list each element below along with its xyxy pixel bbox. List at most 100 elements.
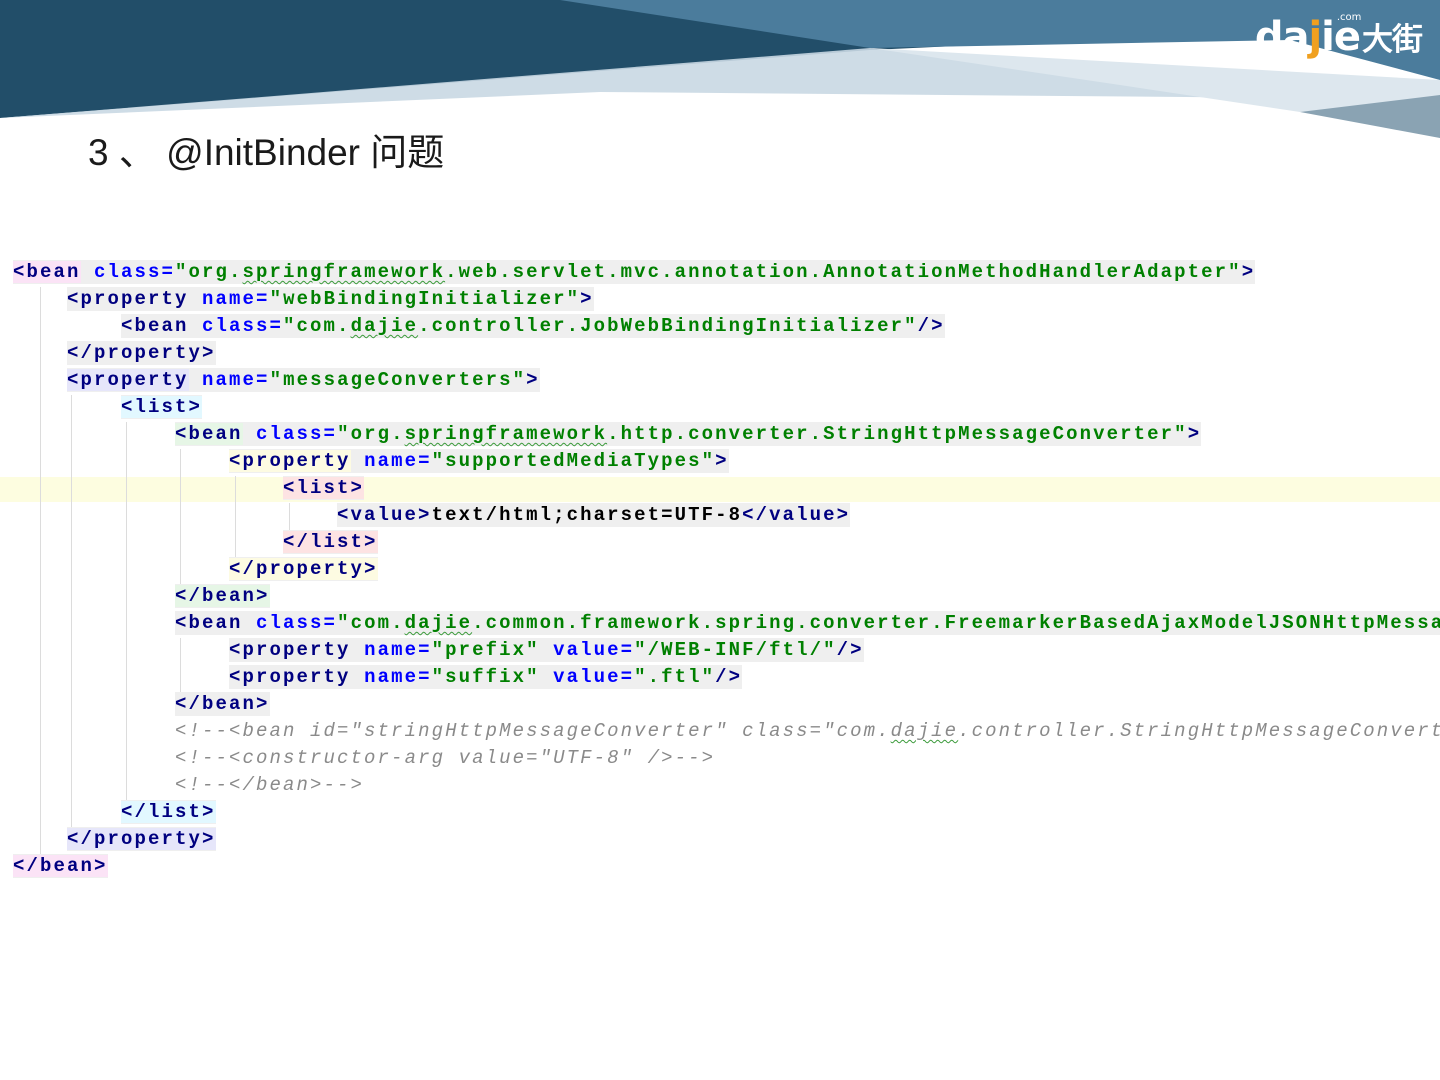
- xml-comment: <!--</bean>-->: [175, 774, 365, 796]
- code-line: <property name="messageConverters">: [13, 367, 1440, 394]
- xml-tag: <bean: [175, 423, 243, 445]
- code-line: </property>: [13, 556, 1440, 583]
- code-line: <list>: [13, 394, 1440, 421]
- xml-value: "com.: [283, 315, 351, 337]
- xml-value: "messageConverters": [269, 369, 527, 391]
- code-line-content: <bean class="com.dajie.controller.JobWeb…: [121, 314, 945, 338]
- xml-tag: </list>: [121, 801, 216, 823]
- xml-value: "supportedMediaTypes": [431, 450, 716, 472]
- xml-value: .controller.JobWebBindingInitializer": [418, 315, 918, 337]
- xml-text: text/html;charset=UTF-8: [431, 504, 743, 526]
- code-line: <property name="suffix" value=".ftl"/>: [13, 664, 1440, 691]
- xml-attribute: name=: [350, 666, 432, 688]
- code-line-content: </list>: [283, 530, 378, 554]
- code-line: <property name="webBindingInitializer">: [13, 286, 1440, 313]
- code-line-content: <property name="messageConverters">: [67, 368, 540, 392]
- code-line-content: <bean class="com.dajie.common.framework.…: [175, 611, 1440, 635]
- xml-attribute: value=: [539, 639, 635, 661]
- xml-tag: <value>: [337, 504, 432, 526]
- xml-tag: <bean: [121, 315, 189, 337]
- code-line-content: </property>: [67, 827, 216, 851]
- xml-tag: <property: [67, 288, 189, 310]
- xml-tag: <bean: [175, 612, 243, 634]
- xml-value-spellcheck: springframework: [242, 261, 446, 283]
- code-line: </bean>: [13, 691, 1440, 718]
- code-line-content: <!--<constructor-arg value="UTF-8" />-->: [175, 747, 715, 769]
- code-line: </bean>: [13, 583, 1440, 610]
- code-line-content: <list>: [283, 476, 365, 500]
- xml-value-spellcheck: springframework: [404, 423, 608, 445]
- xml-value: .http.converter.StringHttpMessageConvert…: [607, 423, 1188, 445]
- code-line: <bean class="org.springframework.http.co…: [13, 421, 1440, 448]
- code-line-content: <property name="suffix" value=".ftl"/>: [229, 665, 743, 689]
- xml-tag: </bean>: [175, 585, 270, 607]
- code-line: <bean class="org.springframework.web.ser…: [13, 259, 1440, 286]
- slide-title: 3 、 @InitBinder 问题: [88, 132, 445, 173]
- xml-tag: </property>: [67, 342, 216, 364]
- code-line: <property name="supportedMediaTypes">: [13, 448, 1440, 475]
- xml-value: .common.framework.spring.converter.Freem…: [472, 612, 1440, 634]
- code-line: </property>: [13, 826, 1440, 853]
- xml-tag: <property: [67, 369, 189, 391]
- xml-value: "webBindingInitializer": [269, 288, 581, 310]
- xml-tag: />: [715, 666, 743, 688]
- code-line-content: <property name="webBindingInitializer">: [67, 287, 594, 311]
- dajie-logo: dajie .com 大街: [1254, 12, 1423, 60]
- xml-value: ".ftl": [634, 666, 716, 688]
- xml-value-spellcheck: dajie: [350, 315, 419, 337]
- xml-tag: >: [1241, 261, 1256, 283]
- code-line-content: </list>: [121, 800, 216, 824]
- xml-tag: <property: [229, 666, 351, 688]
- xml-attribute: class=: [188, 315, 284, 337]
- xml-attribute: name=: [188, 369, 270, 391]
- xml-value: "org.: [175, 261, 243, 283]
- xml-tag: >: [526, 369, 540, 391]
- xml-attribute: value=: [539, 666, 635, 688]
- code-line: <value>text/html;charset=UTF-8</value>: [13, 502, 1440, 529]
- code-line-content: </bean>: [13, 854, 108, 878]
- xml-tag: <list>: [283, 477, 365, 499]
- xml-tag: </property>: [67, 828, 216, 850]
- code-line: <!--</bean>-->: [13, 772, 1440, 799]
- xml-attribute: class=: [242, 423, 338, 445]
- xml-comment: <!--<constructor-arg value="UTF-8" />-->: [175, 747, 716, 769]
- xml-value: "org.: [337, 423, 405, 445]
- xml-tag: />: [917, 315, 945, 337]
- xml-attribute: class=: [80, 261, 176, 283]
- code-line-content: <bean class="org.springframework.http.co…: [175, 422, 1202, 446]
- xml-tag: <list>: [121, 396, 203, 418]
- code-line: <!--<bean id="stringHttpMessageConverter…: [13, 718, 1440, 745]
- xml-comment: <!--<bean id="stringHttpMessageConverter…: [175, 720, 891, 742]
- xml-code-block: <bean class="org.springframework.web.ser…: [13, 259, 1440, 880]
- code-line: <bean class="com.dajie.controller.JobWeb…: [13, 313, 1440, 340]
- xml-tag: </list>: [283, 531, 378, 553]
- xml-value-spellcheck: dajie: [404, 612, 473, 634]
- xml-value: "suffix": [431, 666, 540, 688]
- xml-comment-spellcheck: dajie: [890, 720, 959, 742]
- xml-tag: <property: [229, 639, 351, 661]
- xml-tag: <property: [229, 450, 351, 472]
- code-line: </list>: [13, 529, 1440, 556]
- code-line: <bean class="com.dajie.common.framework.…: [13, 610, 1440, 637]
- xml-value: "/WEB-INF/ftl/": [634, 639, 837, 661]
- xml-value: "com.: [337, 612, 405, 634]
- code-line-content: <property name="prefix" value="/WEB-INF/…: [229, 638, 864, 662]
- code-line: </property>: [13, 340, 1440, 367]
- code-line: <list>: [13, 475, 1440, 502]
- xml-tag: </property>: [229, 558, 378, 580]
- xml-tag: </value>: [742, 504, 851, 526]
- header-banner: dajie .com 大街: [0, 0, 1440, 140]
- xml-value: .web.servlet.mvc.annotation.AnnotationMe…: [445, 261, 1242, 283]
- code-line: </list>: [13, 799, 1440, 826]
- xml-value: "prefix": [431, 639, 540, 661]
- code-line: </bean>: [13, 853, 1440, 880]
- code-line-content: </property>: [67, 341, 216, 365]
- code-line: <!--<constructor-arg value="UTF-8" />-->: [13, 745, 1440, 772]
- xml-tag: <bean: [13, 261, 81, 283]
- code-line-content: </bean>: [175, 692, 270, 716]
- code-line-content: <list>: [121, 395, 203, 419]
- code-line-content: </property>: [229, 557, 378, 581]
- xml-tag: />: [836, 639, 864, 661]
- code-line-content: <!--</bean>-->: [175, 774, 364, 796]
- header-background: [0, 0, 1440, 138]
